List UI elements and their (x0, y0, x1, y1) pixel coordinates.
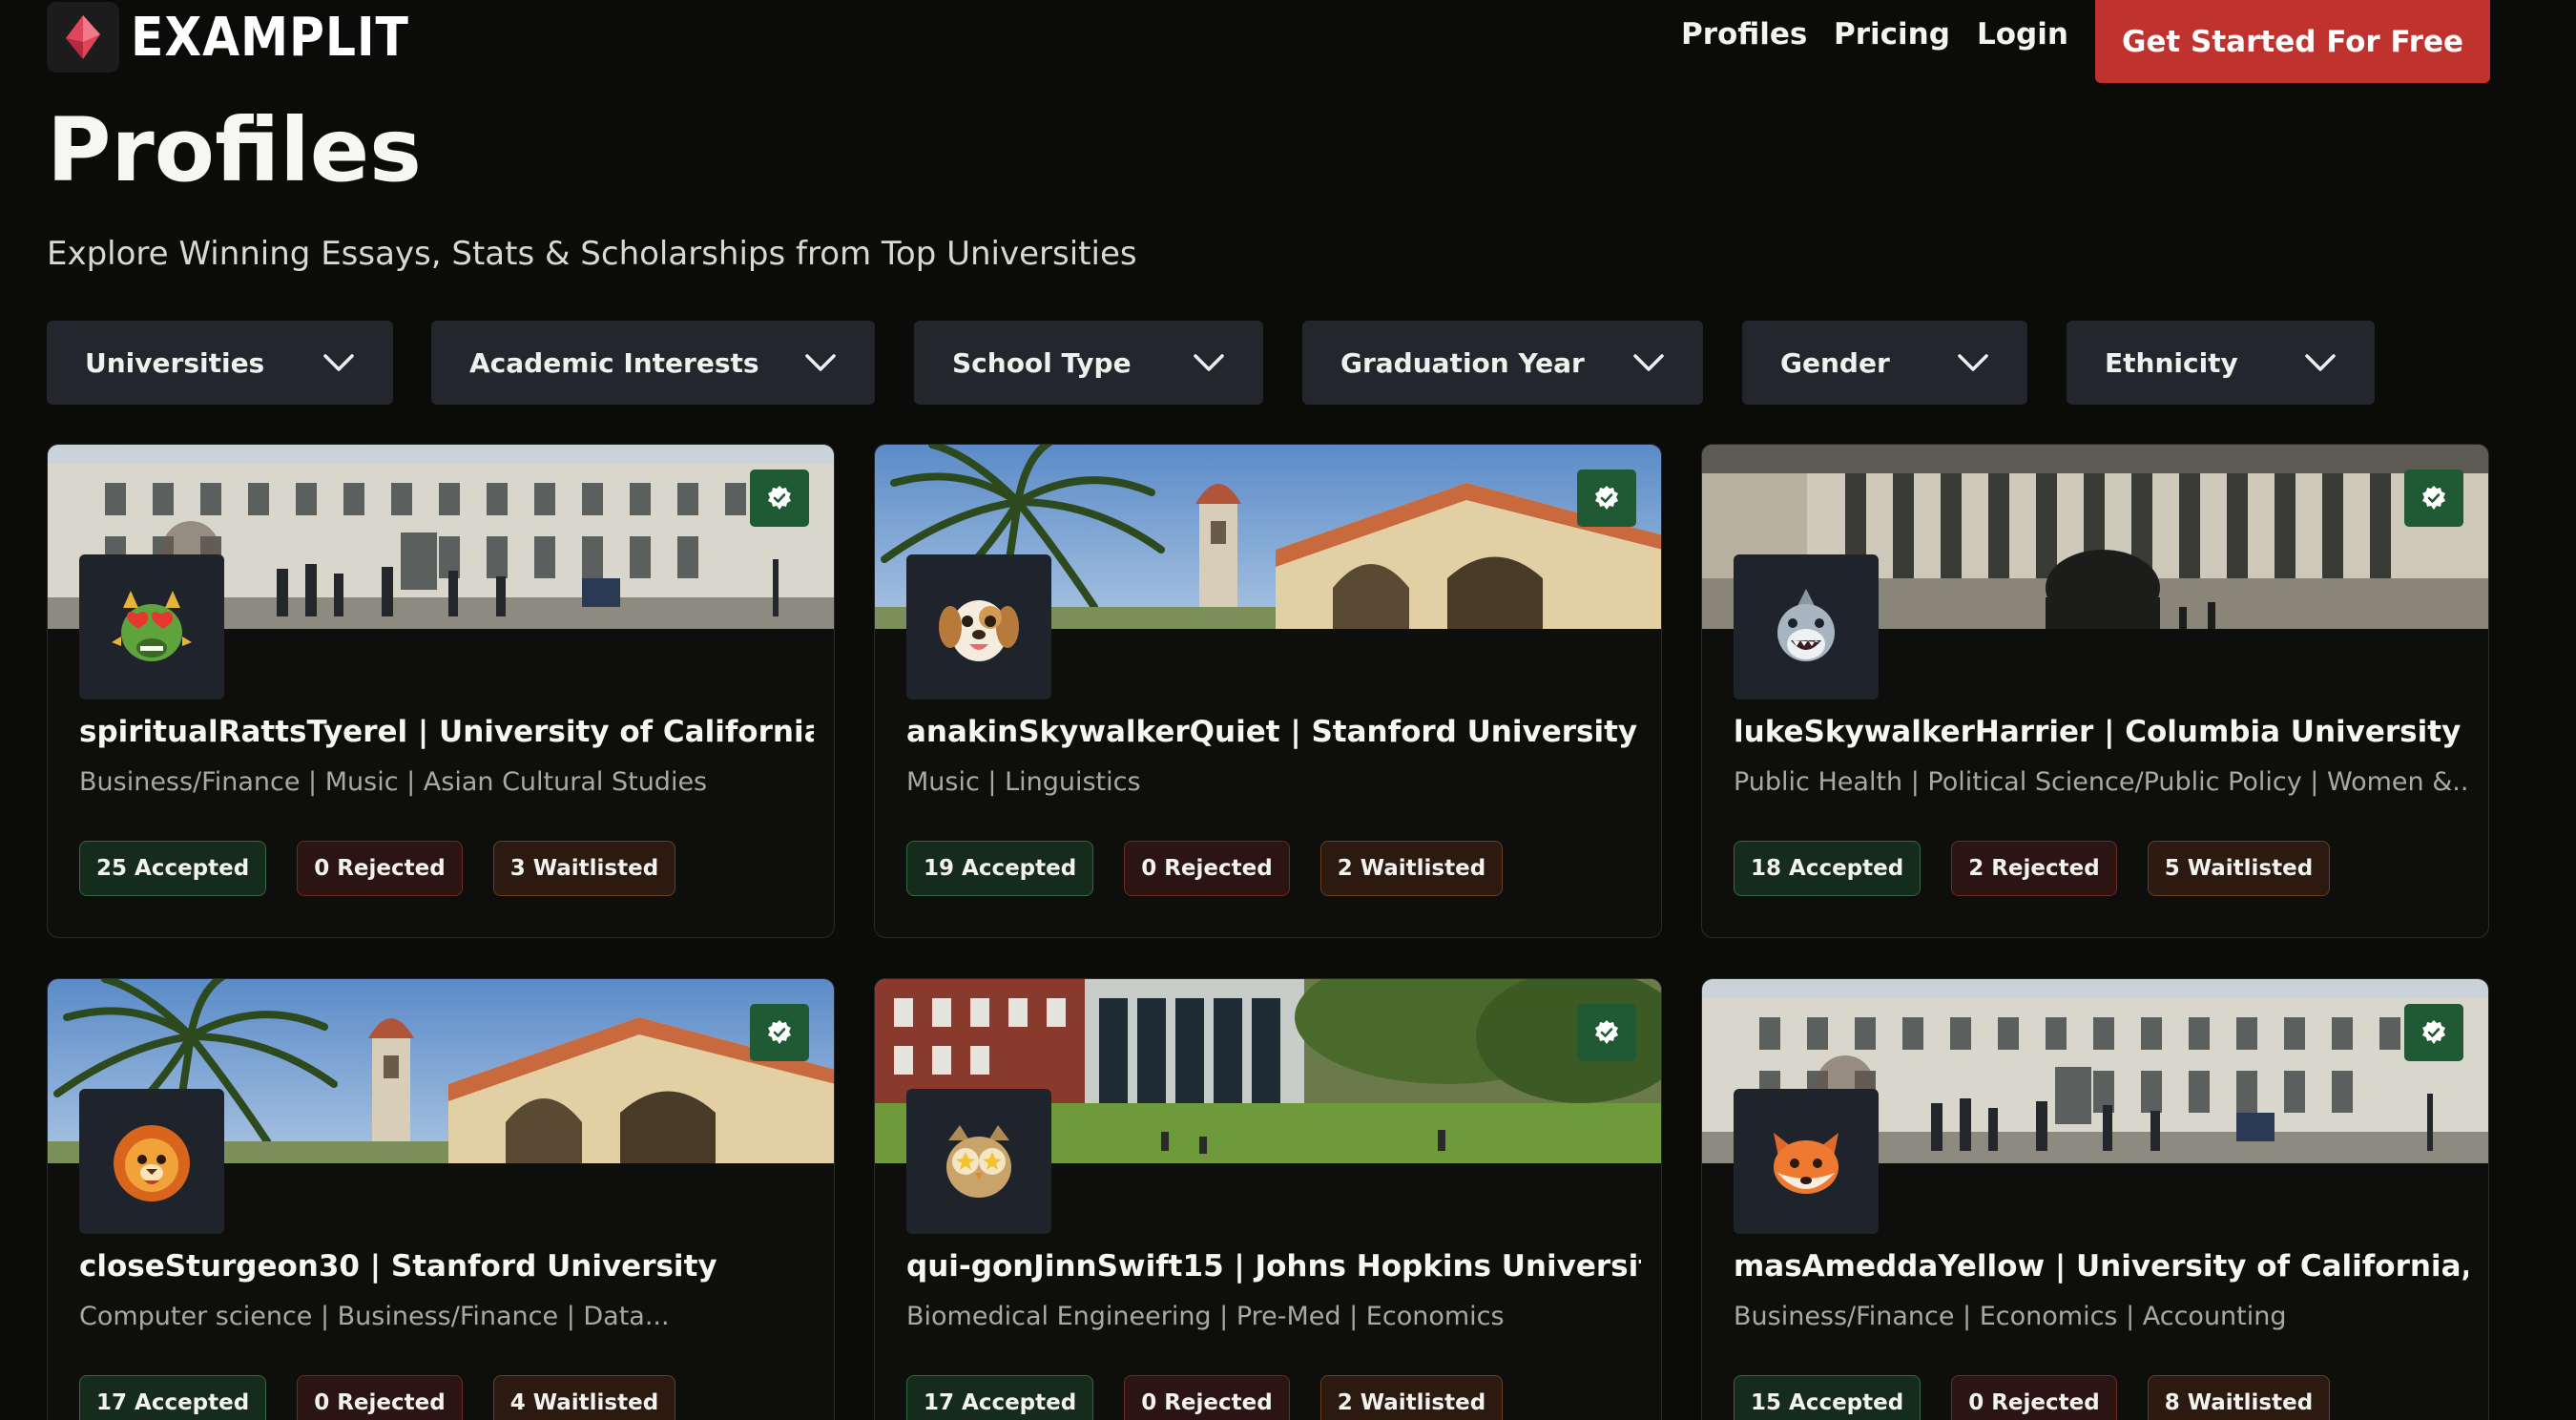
filter-gender[interactable]: Gender (1742, 321, 2027, 405)
profile-title: masAmeddaYellow | University of Californ… (1734, 1249, 2468, 1284)
chevron-down-icon (1633, 354, 1664, 371)
verified-badge-icon (750, 1004, 809, 1061)
filter-ethnicity[interactable]: Ethnicity (2067, 321, 2375, 405)
dragon-emoji-icon (79, 554, 224, 700)
nav-profiles-link[interactable]: Profiles (1681, 17, 1807, 52)
profile-interests: Public Health | Political Science/Public… (1734, 767, 2468, 797)
verified-badge-icon (1577, 470, 1636, 527)
profile-interests: Biomedical Engineering | Pre-Med | Econo… (906, 1302, 1505, 1331)
chevron-down-icon (2305, 354, 2336, 371)
filter-label: Ethnicity (2105, 346, 2238, 379)
waitlisted-badge: 5 Waitlisted (2147, 841, 2331, 896)
admission-stats: 19 Accepted 0 Rejected 2 Waitlisted (906, 841, 1504, 896)
logo-mark-icon (47, 2, 119, 73)
profile-card[interactable]: closeSturgeon30 | Stanford University Co… (47, 978, 835, 1420)
nav-pricing-link[interactable]: Pricing (1834, 17, 1950, 52)
filter-label: Universities (85, 346, 265, 379)
brand-name: EXAMPLIT (131, 6, 409, 69)
accepted-badge: 19 Accepted (906, 841, 1094, 896)
admission-stats: 18 Accepted 2 Rejected 5 Waitlisted (1734, 841, 2331, 896)
profile-interests: Business/Finance | Economics | Accountin… (1734, 1302, 2287, 1331)
rejected-badge: 2 Rejected (1951, 841, 2117, 896)
page-subtitle: Explore Winning Essays, Stats & Scholars… (47, 235, 1137, 273)
profile-interests: Business/Finance | Music | Asian Cultura… (79, 767, 708, 797)
admission-stats: 15 Accepted 0 Rejected 8 Waitlisted (1734, 1375, 2331, 1420)
verified-badge-icon (750, 470, 809, 527)
profile-card[interactable]: spiritualRattsTyerel | University of Cal… (47, 444, 835, 938)
profile-card[interactable]: lukeSkywalkerHarrier | Columbia Universi… (1701, 444, 2489, 938)
filter-universities[interactable]: Universities (47, 321, 393, 405)
profile-title: qui-gonJinnSwift15 | Johns Hopkins Unive… (906, 1249, 1641, 1284)
filter-school-type[interactable]: School Type (914, 321, 1263, 405)
get-started-button[interactable]: Get Started For Free (2095, 0, 2490, 83)
top-nav: EXAMPLIT Profiles Pricing Login Get Star… (0, 0, 2576, 84)
accepted-badge: 15 Accepted (1734, 1375, 1922, 1420)
accepted-badge: 17 Accepted (79, 1375, 267, 1420)
waitlisted-badge: 3 Waitlisted (492, 841, 676, 896)
profile-card[interactable]: masAmeddaYellow | University of Californ… (1701, 978, 2489, 1420)
verified-badge-icon (2404, 470, 2463, 527)
filter-label: School Type (952, 346, 1132, 379)
waitlisted-badge: 8 Waitlisted (2147, 1375, 2331, 1420)
puppy-emoji-icon (906, 554, 1051, 700)
rejected-badge: 0 Rejected (297, 1375, 463, 1420)
profile-title: closeSturgeon30 | Stanford University (79, 1249, 717, 1284)
chevron-down-icon (1194, 354, 1224, 371)
profile-card[interactable]: anakinSkywalkerQuiet | Stanford Universi… (874, 444, 1662, 938)
verified-badge-icon (2404, 1004, 2463, 1061)
chevron-down-icon (805, 354, 836, 371)
admission-stats: 17 Accepted 0 Rejected 2 Waitlisted (906, 1375, 1504, 1420)
filter-label: Graduation Year (1340, 346, 1585, 379)
rejected-badge: 0 Rejected (1951, 1375, 2117, 1420)
accepted-badge: 18 Accepted (1734, 841, 1922, 896)
chevron-down-icon (1958, 354, 1988, 371)
nav-login-link[interactable]: Login (1977, 17, 2068, 52)
owl-emoji-icon (906, 1089, 1051, 1234)
fox-emoji-icon (1734, 1089, 1879, 1234)
admission-stats: 25 Accepted 0 Rejected 3 Waitlisted (79, 841, 676, 896)
chevron-down-icon (323, 354, 354, 371)
filter-graduation-year[interactable]: Graduation Year (1302, 321, 1703, 405)
waitlisted-badge: 2 Waitlisted (1319, 1375, 1504, 1420)
rejected-badge: 0 Rejected (1124, 1375, 1290, 1420)
profile-title: lukeSkywalkerHarrier | Columbia Universi… (1734, 715, 2462, 749)
accepted-badge: 17 Accepted (906, 1375, 1094, 1420)
profile-title: spiritualRattsTyerel | University of Cal… (79, 715, 814, 749)
page-title: Profiles (47, 99, 422, 201)
filter-academic-interests[interactable]: Academic Interests (431, 321, 875, 405)
rejected-badge: 0 Rejected (1124, 841, 1290, 896)
rejected-badge: 0 Rejected (297, 841, 463, 896)
profile-interests: Computer science | Business/Finance | Da… (79, 1302, 670, 1331)
profile-card[interactable]: qui-gonJinnSwift15 | Johns Hopkins Unive… (874, 978, 1662, 1420)
brand-logo[interactable]: EXAMPLIT (47, 2, 440, 73)
waitlisted-badge: 2 Waitlisted (1319, 841, 1504, 896)
profile-title: anakinSkywalkerQuiet | Stanford Universi… (906, 715, 1638, 749)
verified-badge-icon (1577, 1004, 1636, 1061)
accepted-badge: 25 Accepted (79, 841, 267, 896)
waitlisted-badge: 4 Waitlisted (492, 1375, 676, 1420)
filter-label: Gender (1780, 346, 1890, 379)
shark-emoji-icon (1734, 554, 1879, 700)
filter-label: Academic Interests (469, 346, 759, 379)
lion-emoji-icon (79, 1089, 224, 1234)
profile-interests: Music | Linguistics (906, 767, 1141, 797)
admission-stats: 17 Accepted 0 Rejected 4 Waitlisted (79, 1375, 676, 1420)
